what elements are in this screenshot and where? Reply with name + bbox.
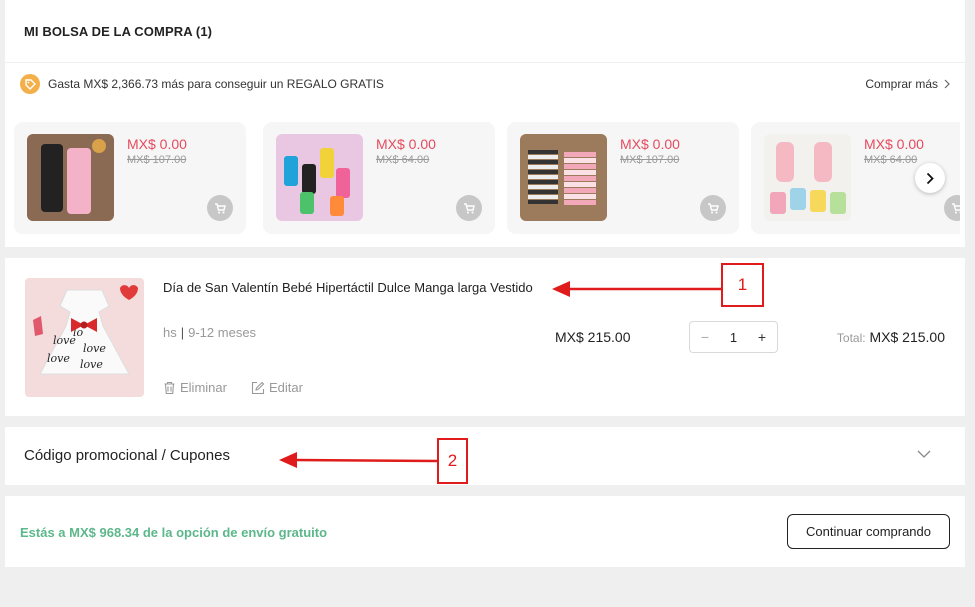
divider (5, 62, 965, 63)
product-thumbnail (520, 134, 607, 221)
promo-code-label: Código promocional / Cupones (24, 447, 230, 464)
gift-card[interactable]: MX$ 0.00 MX$ 107.00 (507, 122, 739, 234)
svg-text:love: love (83, 342, 106, 355)
edit-label: Editar (269, 380, 303, 395)
annotation-callout-1: 1 (721, 263, 764, 307)
chevron-right-icon (944, 79, 950, 89)
variant-separator: | (180, 325, 185, 340)
gift-old-price: MX$ 107.00 (620, 154, 680, 166)
buy-more-label: Comprar más (865, 77, 938, 91)
total-value: MX$ 215.00 (869, 329, 946, 345)
product-thumbnail (276, 134, 363, 221)
add-to-cart-button[interactable] (944, 195, 960, 221)
delete-button[interactable]: Eliminar (163, 380, 227, 395)
product-thumbnail (27, 134, 114, 221)
promo-code-section[interactable]: Código promocional / Cupones (5, 427, 965, 485)
gift-card[interactable]: MX$ 0.00 MX$ 64.00 (263, 122, 495, 234)
edit-button[interactable]: Editar (251, 380, 303, 395)
gift-price: MX$ 0.00 (127, 136, 187, 152)
svg-text:love: love (47, 352, 70, 365)
svg-text:love: love (80, 358, 103, 371)
chevron-right-icon (926, 172, 934, 184)
gift-old-price: MX$ 107.00 (127, 154, 187, 166)
product-thumbnail (764, 134, 851, 221)
cart-icon (464, 203, 475, 214)
item-total: Total: MX$ 215.00 (837, 329, 945, 345)
carousel-next-button[interactable] (915, 163, 945, 193)
gift-tag-icon (20, 74, 40, 94)
add-to-cart-button[interactable] (207, 195, 233, 221)
cart-item: love love love love lo Día de San Valentín… (5, 258, 965, 416)
gift-card[interactable]: MX$ 0.00 MX$ 107.00 (14, 122, 246, 234)
add-to-cart-button[interactable] (700, 195, 726, 221)
chevron-down-icon (917, 450, 931, 458)
gift-carousel: MX$ 0.00 MX$ 107.00 MX$ 0.00 MX$ 64.00 M… (14, 122, 960, 234)
unit-price: MX$ 215.00 (555, 329, 631, 345)
product-title[interactable]: Día de San Valentín Bebé Hipertáctil Dul… (163, 279, 543, 296)
quantity-value[interactable]: 1 (730, 330, 737, 345)
buy-more-link[interactable]: Comprar más (865, 77, 950, 91)
gift-price: MX$ 0.00 (376, 136, 436, 152)
quantity-decrease-button[interactable]: − (697, 329, 713, 345)
cart-icon (215, 203, 226, 214)
gift-price: MX$ 0.00 (864, 136, 924, 152)
variant-size: 9-12 meses (188, 325, 257, 340)
gift-price: MX$ 0.00 (620, 136, 680, 152)
cart-icon (708, 203, 719, 214)
cart-icon (952, 203, 960, 214)
free-shipping-panel: Estás a MX$ 968.34 de la opción de envío… (5, 496, 965, 567)
free-shipping-message: Estás a MX$ 968.34 de la opción de envío… (20, 525, 328, 540)
add-to-cart-button[interactable] (456, 195, 482, 221)
gift-banner: Gasta MX$ 2,366.73 más para conseguir un… (20, 74, 950, 94)
quantity-increase-button[interactable]: + (754, 329, 770, 345)
product-image[interactable]: love love love love lo (25, 278, 144, 397)
gift-banner-text: Gasta MX$ 2,366.73 más para conseguir un… (48, 77, 384, 91)
bag-title: MI BOLSA DE LA COMPRA (1) (24, 24, 213, 39)
variant-color: hs (163, 325, 177, 340)
annotation-callout-2: 2 (437, 438, 468, 484)
edit-icon (251, 381, 265, 394)
trash-icon (164, 381, 175, 394)
total-label: Total: (836, 331, 866, 345)
delete-label: Eliminar (180, 380, 227, 395)
continue-shopping-button[interactable]: Continuar comprando (787, 514, 950, 549)
gift-old-price: MX$ 64.00 (864, 154, 918, 166)
gift-old-price: MX$ 64.00 (376, 154, 430, 166)
product-variant: hs | 9-12 meses (163, 325, 256, 340)
quantity-stepper: − 1 + (689, 321, 778, 353)
